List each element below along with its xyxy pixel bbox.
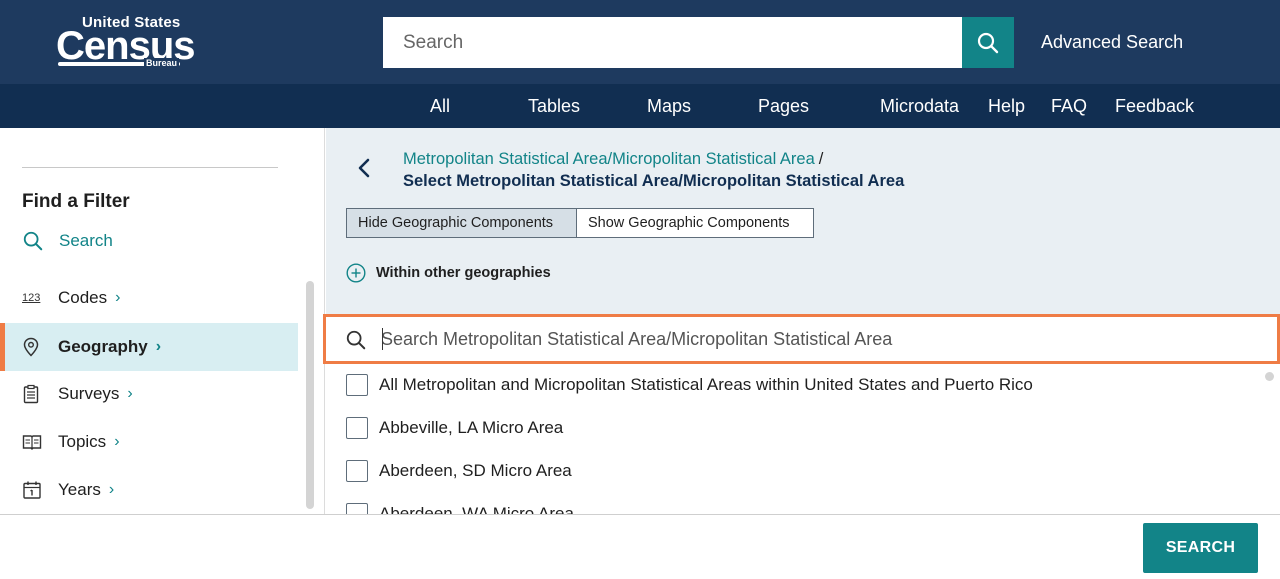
sidebar-divider <box>22 167 278 168</box>
chevron-right-icon: › <box>127 385 133 402</box>
geography-list: All Metropolitan and Micropolitan Statis… <box>326 364 1280 514</box>
nav-tables[interactable]: Tables <box>528 96 580 117</box>
list-scrollbar[interactable] <box>1265 372 1274 381</box>
codes-123-icon: 123 <box>22 292 41 304</box>
sidebar-item-topics[interactable]: Topics › <box>0 418 298 466</box>
plus-circle-icon <box>346 263 366 283</box>
book-icon <box>22 433 44 451</box>
page-title: Select Metropolitan Statistical Area/Mic… <box>403 172 905 190</box>
location-pin-icon <box>22 337 44 357</box>
text-cursor <box>382 328 383 350</box>
breadcrumb-separator: / <box>818 150 824 168</box>
nav-faq[interactable]: FAQ <box>1051 96 1087 117</box>
calendar-icon <box>22 480 44 500</box>
sidebar-item-label: Surveys <box>58 384 120 403</box>
census-logo[interactable]: United States Census Bureau <box>56 14 195 70</box>
geography-panel: Metropolitan Statistical Area/Micropolit… <box>323 128 1280 514</box>
sidebar-item-geography[interactable]: Geography › <box>0 323 298 371</box>
list-item[interactable]: Abbeville, LA Micro Area <box>346 417 563 439</box>
within-label: Within other geographies <box>376 265 551 281</box>
sidebar-item-codes[interactable]: 123 Codes › <box>0 274 298 322</box>
chevron-left-icon <box>358 158 370 178</box>
footer-bar: SEARCH <box>0 514 1280 579</box>
chevron-right-icon: › <box>114 433 120 450</box>
nav-help[interactable]: Help <box>988 96 1025 117</box>
find-filter-title: Find a Filter <box>22 191 130 212</box>
sidebar-item-label: Codes <box>58 288 108 307</box>
chevron-right-icon: › <box>155 338 162 355</box>
list-item-label: Abbeville, LA Micro Area <box>379 418 564 437</box>
nav-pages[interactable]: Pages <box>758 96 809 117</box>
nav-maps[interactable]: Maps <box>647 96 691 117</box>
back-button[interactable] <box>356 156 376 182</box>
nav-all[interactable]: All <box>430 96 450 117</box>
list-item-label: All Metropolitan and Micropolitan Statis… <box>379 375 1033 394</box>
geography-search-input[interactable] <box>381 320 1261 358</box>
global-search-input[interactable] <box>383 17 963 68</box>
hide-geographic-components-button[interactable]: Hide Geographic Components <box>346 208 577 238</box>
list-item-label: Aberdeen, SD Micro Area <box>379 461 572 480</box>
sidebar-item-label: Topics <box>58 432 107 451</box>
sidebar-item-label: Years <box>58 480 101 499</box>
list-item[interactable]: Aberdeen, WA Micro Area <box>346 503 574 514</box>
advanced-search-link[interactable]: Advanced Search <box>1041 32 1183 53</box>
main-nav: All Tables Maps Pages Microdata Help FAQ… <box>0 84 1280 128</box>
logo-line3: Bureau <box>144 58 180 68</box>
sidebar-item-years[interactable]: Years › <box>0 466 298 514</box>
list-item-label: Aberdeen, WA Micro Area <box>379 504 574 514</box>
sidebar-search-link[interactable]: Search <box>22 228 113 254</box>
geography-search-box <box>323 314 1280 364</box>
sidebar-item-label: Geography <box>58 337 148 356</box>
search-button[interactable]: SEARCH <box>1143 523 1258 573</box>
sidebar-scrollbar[interactable] <box>306 281 314 509</box>
checkbox[interactable] <box>346 374 368 396</box>
show-geographic-components-button[interactable]: Show Geographic Components <box>576 208 814 238</box>
checkbox[interactable] <box>346 503 368 514</box>
search-icon <box>23 231 43 251</box>
nav-feedback[interactable]: Feedback <box>1115 96 1194 117</box>
top-header: United States Census Bureau Advanced Sea… <box>0 0 1280 84</box>
clipboard-icon <box>22 384 44 404</box>
checkbox[interactable] <box>346 417 368 439</box>
list-item[interactable]: Aberdeen, SD Micro Area <box>346 460 572 482</box>
nav-microdata[interactable]: Microdata <box>880 96 959 117</box>
list-item[interactable]: All Metropolitan and Micropolitan Statis… <box>346 374 1033 396</box>
breadcrumb: Metropolitan Statistical Area/Micropolit… <box>403 150 823 169</box>
checkbox[interactable] <box>346 460 368 482</box>
breadcrumb-link[interactable]: Metropolitan Statistical Area/Micropolit… <box>403 150 815 168</box>
filter-sidebar: Find a Filter Search 123 Codes › Geograp… <box>0 128 325 514</box>
chevron-right-icon: › <box>108 481 115 498</box>
search-icon <box>977 32 999 53</box>
sidebar-search-label: Search <box>59 231 113 250</box>
search-icon <box>346 330 366 350</box>
global-search-button[interactable] <box>962 17 1014 68</box>
chevron-right-icon: › <box>115 289 121 306</box>
within-other-geographies-toggle[interactable]: Within other geographies <box>346 263 551 283</box>
sidebar-item-surveys[interactable]: Surveys › <box>0 370 298 418</box>
